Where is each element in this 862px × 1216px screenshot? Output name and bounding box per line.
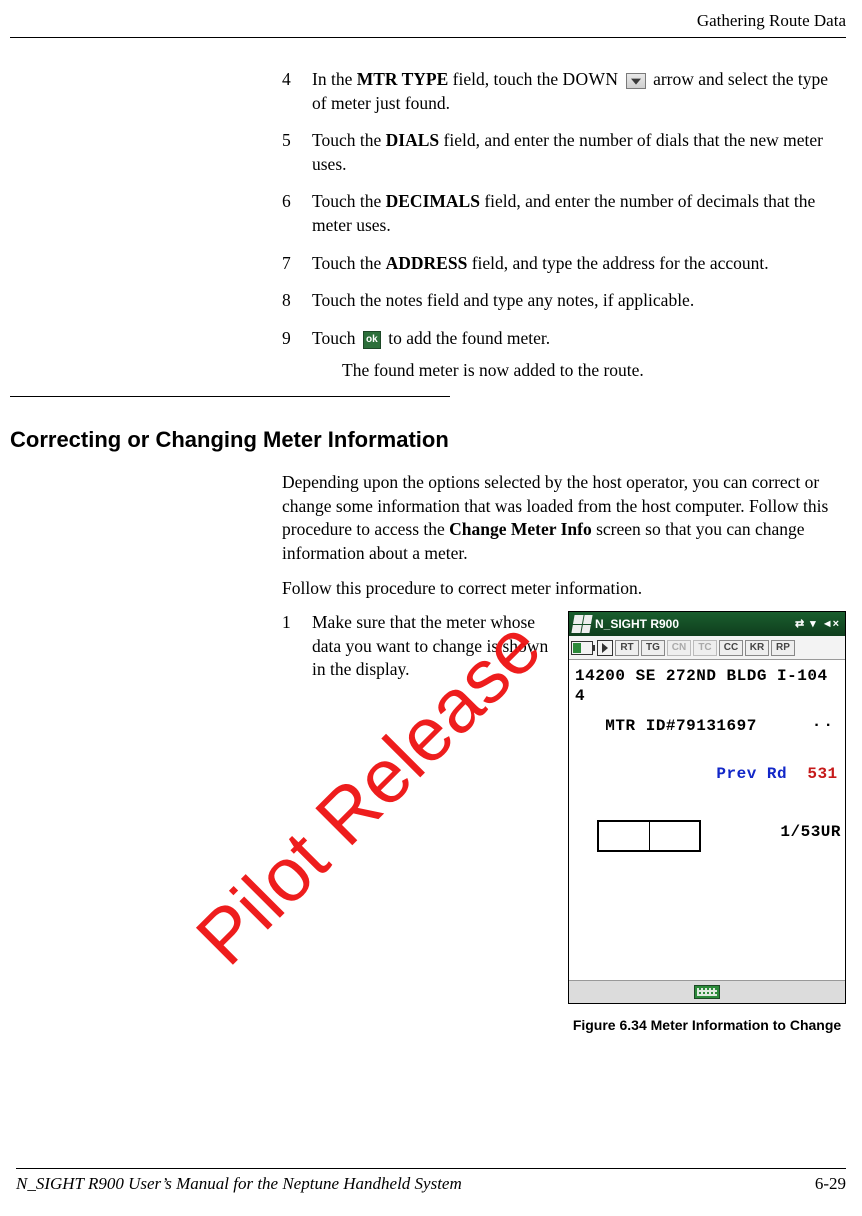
field-name: MTR TYPE	[357, 69, 449, 89]
speaker-icon: ◄×	[822, 612, 839, 636]
down-arrow-icon	[626, 73, 646, 89]
address-line-2: 4	[575, 686, 839, 706]
step-1: 1 Make sure that the meter whose data yo…	[282, 611, 554, 682]
step-body: Touch the DECIMALS field, and enter the …	[312, 190, 846, 237]
prev-read-value: 531	[807, 765, 837, 783]
signal-icon: ▾	[810, 612, 816, 636]
battery-icon	[571, 641, 593, 655]
step-number: 9	[282, 327, 312, 382]
toolbar-cc: CC	[719, 640, 743, 656]
step-9: 9 Touch ok to add the found meter. The f…	[282, 327, 846, 382]
paragraph-2: Follow this procedure to correct meter i…	[282, 577, 846, 601]
connect-icon: ⇄	[795, 612, 804, 636]
address-line-1: 14200 SE 272ND BLDG I-104	[575, 666, 839, 686]
device-content: 14200 SE 272ND BLDG I-104 4 MTR ID#79131…	[569, 660, 845, 980]
step-body: Touch the DIALS field, and enter the num…	[312, 129, 846, 176]
toolbar-tg: TG	[641, 640, 665, 656]
toolbar-rp: RP	[771, 640, 795, 656]
screen-name: Change Meter Info	[449, 519, 592, 539]
text: Touch the notes field and type any notes…	[312, 290, 694, 310]
toolbar-rt: RT	[615, 640, 639, 656]
device-title: N_SIGHT R900	[595, 612, 795, 636]
step-5: 5 Touch the DIALS field, and enter the n…	[282, 129, 846, 176]
step-8: 8 Touch the notes field and type any not…	[282, 289, 846, 313]
section-rule	[10, 396, 450, 397]
toolbar-tc: TC	[693, 640, 717, 656]
keyboard-icon	[694, 985, 720, 999]
device-statusbar	[569, 980, 845, 1003]
bottom-rule	[16, 1168, 846, 1169]
ok-icon: ok	[363, 331, 381, 349]
text: In the	[312, 69, 357, 89]
reading-input-box	[597, 820, 701, 852]
sequence-label: 1/53UR	[780, 822, 841, 842]
figure-caption: Figure 6.34 Meter Information to Change	[568, 1016, 846, 1035]
step-number: 7	[282, 252, 312, 276]
text: to add the found meter.	[388, 328, 550, 348]
text: Touch the	[312, 130, 386, 150]
text: field, touch the	[448, 69, 562, 89]
footer-page-number: 6-29	[815, 1173, 846, 1196]
step-number: 4	[282, 68, 312, 115]
step-body: Touch ok to add the found meter. The fou…	[312, 327, 846, 382]
down-label: DOWN	[562, 69, 618, 89]
text: Touch	[312, 328, 360, 348]
play-icon	[597, 640, 613, 656]
step-number: 6	[282, 190, 312, 237]
field-name: DECIMALS	[386, 191, 480, 211]
toolbar-cn: CN	[667, 640, 691, 656]
paragraph-1: Depending upon the options selected by t…	[282, 471, 846, 566]
step-number: 1	[282, 611, 312, 682]
prev-read-line: Prev Rd 531	[575, 744, 839, 804]
section-title: Correcting or Changing Meter Information	[10, 425, 846, 455]
step-body: Touch the notes field and type any notes…	[312, 289, 846, 313]
text: Touch the	[312, 191, 386, 211]
step-body: In the MTR TYPE field, touch the DOWN ar…	[312, 68, 846, 115]
step-4: 4 In the MTR TYPE field, touch the DOWN …	[282, 68, 846, 115]
device-screenshot: N_SIGHT R900 ⇄ ▾ ◄× RT TG CN TC	[568, 611, 846, 1004]
footer-left: N_SIGHT R900 User’s Manual for the Neptu…	[16, 1173, 462, 1196]
field-name: DIALS	[386, 130, 440, 150]
footer: N_SIGHT R900 User’s Manual for the Neptu…	[16, 1168, 846, 1196]
top-rule	[10, 37, 846, 38]
toolbar-kr: KR	[745, 640, 769, 656]
field-name: ADDRESS	[386, 253, 468, 273]
step-body: Make sure that the meter whose data you …	[312, 611, 554, 682]
prev-read-label: Prev Rd	[716, 765, 787, 783]
title-status-icons: ⇄ ▾ ◄×	[795, 612, 845, 636]
step-7: 7 Touch the ADDRESS field, and type the …	[282, 252, 846, 276]
step-after: The found meter is now added to the rout…	[342, 359, 846, 383]
step-body: Touch the ADDRESS field, and type the ad…	[312, 252, 846, 276]
text: field, and type the address for the acco…	[467, 253, 768, 273]
windows-icon	[571, 615, 592, 633]
header-section: Gathering Route Data	[10, 10, 846, 33]
device-titlebar: N_SIGHT R900 ⇄ ▾ ◄×	[569, 612, 845, 636]
step-number: 8	[282, 289, 312, 313]
step-number: 5	[282, 129, 312, 176]
dots-indicator: ..	[812, 712, 835, 732]
step-6: 6 Touch the DECIMALS field, and enter th…	[282, 190, 846, 237]
meter-id-line: MTR ID#79131697	[575, 716, 839, 736]
device-toolbar: RT TG CN TC CC KR RP	[569, 636, 845, 660]
text: Touch the	[312, 253, 386, 273]
